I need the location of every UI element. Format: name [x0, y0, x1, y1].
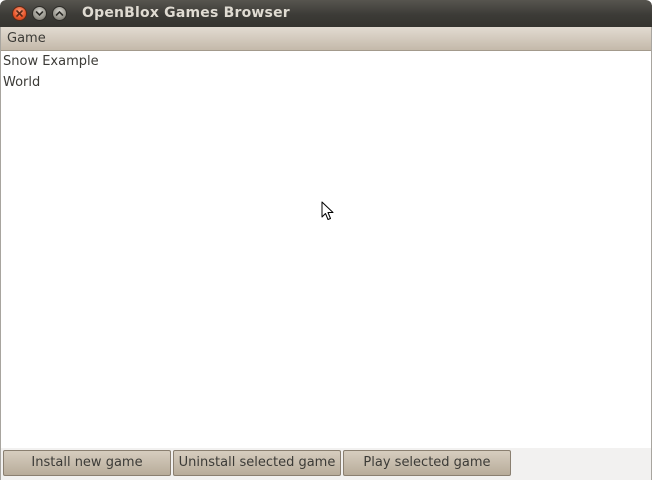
column-header-label: Game	[7, 31, 46, 46]
play-selected-game-button[interactable]: Play selected game	[343, 450, 511, 476]
mouse-pointer-icon	[321, 201, 335, 225]
title-bar[interactable]: OpenBlox Games Browser	[0, 0, 652, 27]
list-item-label: World	[3, 75, 41, 90]
minimize-icon[interactable]	[32, 6, 47, 21]
install-new-game-button[interactable]: Install new game	[3, 450, 171, 476]
close-icon[interactable]	[12, 6, 27, 21]
main-content: Game Snow Example World Install new game…	[0, 27, 652, 482]
list-item[interactable]: World	[1, 72, 651, 93]
list-item-label: Snow Example	[3, 54, 99, 69]
uninstall-selected-game-button[interactable]: Uninstall selected game	[173, 450, 341, 476]
maximize-icon[interactable]	[52, 6, 67, 21]
games-list[interactable]: Snow Example World	[1, 51, 651, 475]
app-window: OpenBlox Games Browser Game Snow Example…	[0, 0, 652, 482]
button-bar: Install new game Uninstall selected game…	[1, 448, 651, 482]
window-title: OpenBlox Games Browser	[82, 5, 290, 21]
list-item[interactable]: Snow Example	[1, 51, 651, 72]
column-header-game[interactable]: Game	[1, 27, 651, 51]
